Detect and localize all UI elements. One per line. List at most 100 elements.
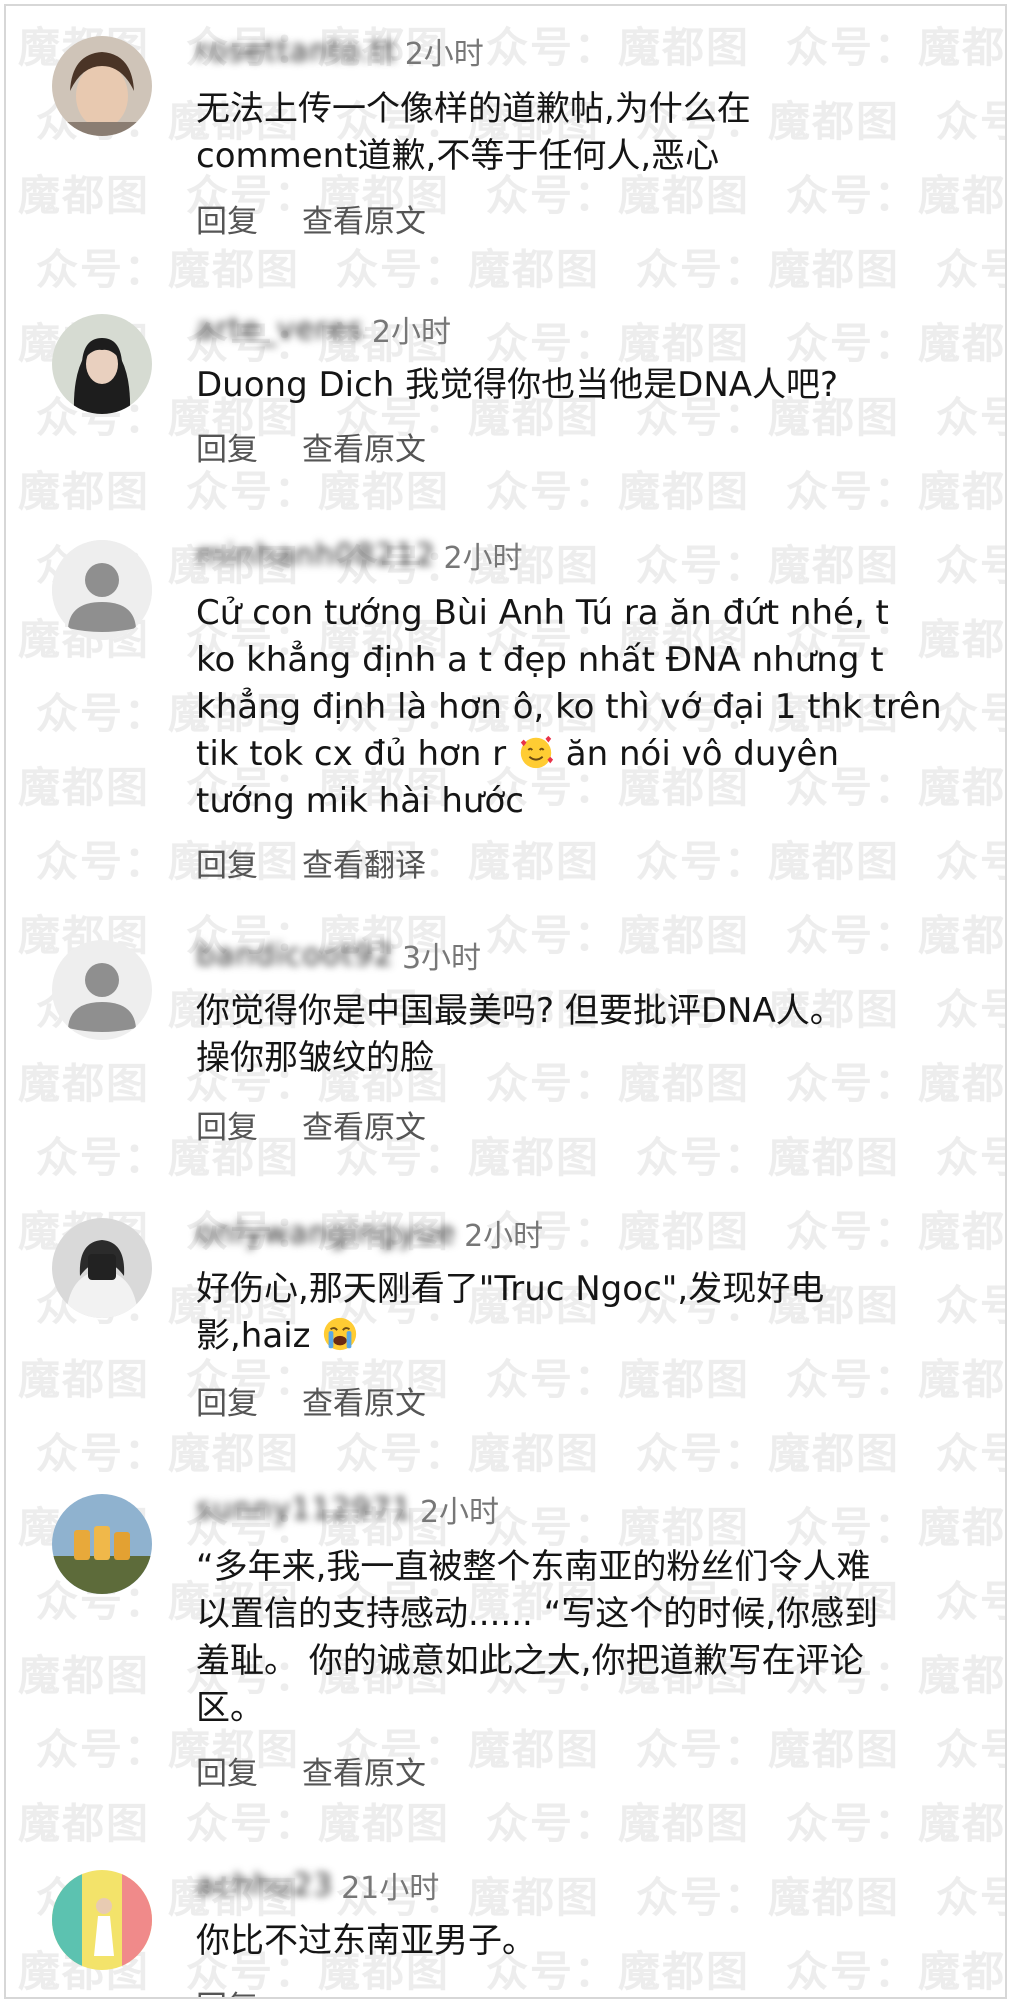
username[interactable]: rosettanto.tt (196, 34, 397, 69)
watermark-text: 众号：魔都图 (936, 245, 1005, 294)
comment-line: 羞耻。 你的诚意如此之大,你把道歉写在评论 (196, 1641, 864, 1681)
comment-line: 操你那皱纹的脸 (196, 1038, 434, 1078)
reply-button[interactable]: 回复 (196, 424, 258, 469)
watermark-text: 众号：魔都图 (936, 1133, 1005, 1182)
view-original-button[interactable]: 查看原文 (302, 1748, 426, 1793)
view-translation-button[interactable]: 查看翻译 (302, 840, 426, 885)
watermark-text: 众号：魔都图 (936, 837, 1005, 886)
watermark-text: 众号：魔都图 (786, 911, 1007, 960)
comment-line: “多年来,我一直被整个东南亚的粉丝们令人难 (196, 1547, 871, 1587)
username[interactable]: onlywangingyue (196, 1216, 456, 1251)
avatar-photo-icon (52, 36, 152, 136)
watermark-text: 众号：魔都图 (6, 1799, 151, 1848)
watermark-text: 众号：魔都图 (6, 171, 151, 220)
comment-line: tướng mik hài hước (196, 781, 524, 821)
timestamp: 2小时 (443, 541, 523, 576)
reply-button[interactable]: 回复 (196, 1102, 258, 1147)
avatar[interactable] (52, 1870, 152, 1970)
comment-feed: 众号：魔都图众号：魔都图众号：魔都图众号：魔都图众号：魔都图众号：魔都图众号：魔… (4, 4, 1007, 1999)
avatar[interactable] (52, 314, 152, 414)
comment-line: tik tok cx đủ hơn r ăn nói vô duyên (196, 731, 981, 778)
view-original-button[interactable]: 查看原文 (302, 196, 426, 241)
comment-line: Duong Dich 我觉得你也当他是DNA人吧? (196, 365, 839, 405)
comment-line-text: 影,haiz (196, 1316, 311, 1356)
comment-line: khẳng định là hơn ô, ko thì vớ đại 1 thk… (196, 687, 942, 727)
username[interactable]: achhu23 (196, 1868, 333, 1903)
avatar-photo-icon (52, 1218, 152, 1318)
comment-text: 你比不过东南亚男子。 (196, 1918, 981, 1965)
username[interactable]: bandicoot92 (196, 938, 394, 973)
watermark-text: 众号：魔都图 (636, 837, 901, 886)
view-original-button[interactable]: 查看原文 (302, 1378, 426, 1423)
watermark-text: 众号：魔都图 (6, 1651, 151, 1700)
comment-line: comment道歉,不等于任何人,恶心 (196, 136, 720, 176)
default-user-icon (52, 540, 152, 640)
loudly-crying-face-icon (324, 1317, 357, 1351)
watermark-text: 众号：魔都图 (636, 1133, 901, 1182)
comment-line: 好伤心,那天刚看了"Truc Ngoc",发现好电 (196, 1269, 825, 1309)
reply-button[interactable]: 回复 (196, 840, 258, 885)
username[interactable]: arte_veres (196, 312, 364, 347)
watermark-text: 众号：魔都图 (336, 245, 601, 294)
smiling-face-with-hearts-icon (520, 735, 554, 769)
reply-button[interactable]: 回复 (196, 1378, 258, 1423)
watermark-text: 众号：魔都图 (6, 467, 151, 516)
comment-line-head: tik tok cx đủ hơn r (196, 734, 507, 774)
watermark-text: 众号：魔都图 (486, 467, 751, 516)
timestamp: 21小时 (341, 1871, 440, 1906)
comment-text: 你觉得你是中国最美吗? 但要批评DNA人。 操你那皱纹的脸 (196, 988, 981, 1082)
comment-line: 以置信的支持感动...... “写这个的时候,你感到 (196, 1594, 879, 1634)
watermark-text: 众号：魔都图 (486, 1799, 751, 1848)
avatar[interactable] (52, 1494, 152, 1594)
watermark-text: 众号：魔都图 (636, 245, 901, 294)
watermark-text: 众号：魔都图 (786, 467, 1007, 516)
comment-line-tail: ăn nói vô duyên (565, 734, 840, 774)
timestamp: 2小时 (371, 315, 452, 350)
watermark-text: 众号：魔都图 (6, 763, 151, 812)
watermark-text: 众号：魔都图 (6, 1355, 151, 1404)
watermark-text: 众号：魔都图 (6, 1059, 151, 1108)
reply-button[interactable]: 回复 (196, 1748, 258, 1793)
watermark-text: 众号：魔都图 (486, 911, 751, 960)
avatar-photo-icon (52, 314, 152, 414)
watermark-text: 众号：魔都图 (636, 1429, 901, 1478)
watermark-text: 众号：魔都图 (936, 541, 1005, 590)
timestamp: 2小时 (404, 37, 484, 72)
comment-text: 无法上传一个像样的道歉帖,为什么在 comment道歉,不等于任何人,恶心 (196, 86, 981, 180)
comment-line: Cử con tướng Bùi Anh Tú ra ăn đứt nhé, t (196, 593, 889, 633)
username[interactable]: sunny112971 (196, 1492, 412, 1527)
watermark-text: 众号：魔都图 (36, 1429, 301, 1478)
comment-line: ko khẳng định a t đẹp nhất ĐNA nhưng t (196, 640, 884, 680)
avatar[interactable] (52, 940, 152, 1040)
watermark-text: 众号：魔都图 (486, 23, 751, 72)
username[interactable]: minhanh08212 (196, 538, 435, 573)
comment-line: 你比不过东南亚男子。 (196, 1921, 536, 1961)
avatar-photo-icon (52, 1870, 152, 1970)
reply-button[interactable]: 回复 (196, 196, 258, 241)
comment-text: “多年来,我一直被整个东南亚的粉丝们令人难 以置信的支持感动...... “写这… (196, 1544, 981, 1732)
comment-line: 影,haiz (196, 1313, 981, 1360)
comment-line: 无法上传一个像样的道歉帖,为什么在 (196, 89, 751, 129)
comment-text: 好伤心,那天刚看了"Truc Ngoc",发现好电 影,haiz (196, 1266, 981, 1360)
avatar[interactable] (52, 1218, 152, 1318)
comment-text: Cử con tướng Bùi Anh Tú ra ăn đứt nhé, t… (196, 590, 981, 825)
watermark-text: 众号：魔都图 (786, 23, 1007, 72)
watermark-text: 众号：魔都图 (36, 245, 301, 294)
watermark-text: 众号：魔都图 (786, 1799, 1007, 1848)
avatar-photo-icon (52, 1494, 152, 1594)
comment-line: 区。 (196, 1688, 264, 1728)
watermark-text: 众号：魔都图 (636, 1873, 901, 1922)
default-user-icon (52, 940, 152, 1040)
avatar[interactable] (52, 36, 152, 136)
comment-text: Duong Dich 我觉得你也当他是DNA人吧? (196, 362, 981, 409)
comment-line: 你觉得你是中国最美吗? 但要批评DNA人。 (196, 991, 844, 1031)
watermark-text: 众号：魔都图 (936, 1429, 1005, 1478)
view-original-button[interactable]: 查看原文 (302, 1102, 426, 1147)
timestamp: 3小时 (401, 941, 482, 976)
timestamp: 2小时 (419, 1495, 500, 1530)
view-original-button[interactable]: 查看原文 (302, 424, 426, 469)
watermark-text: 众号：魔都图 (786, 1207, 1007, 1256)
watermark-text: 众号：魔都图 (186, 1799, 451, 1848)
reply-button[interactable]: 回复 (196, 1982, 258, 1997)
avatar[interactable] (52, 540, 152, 640)
